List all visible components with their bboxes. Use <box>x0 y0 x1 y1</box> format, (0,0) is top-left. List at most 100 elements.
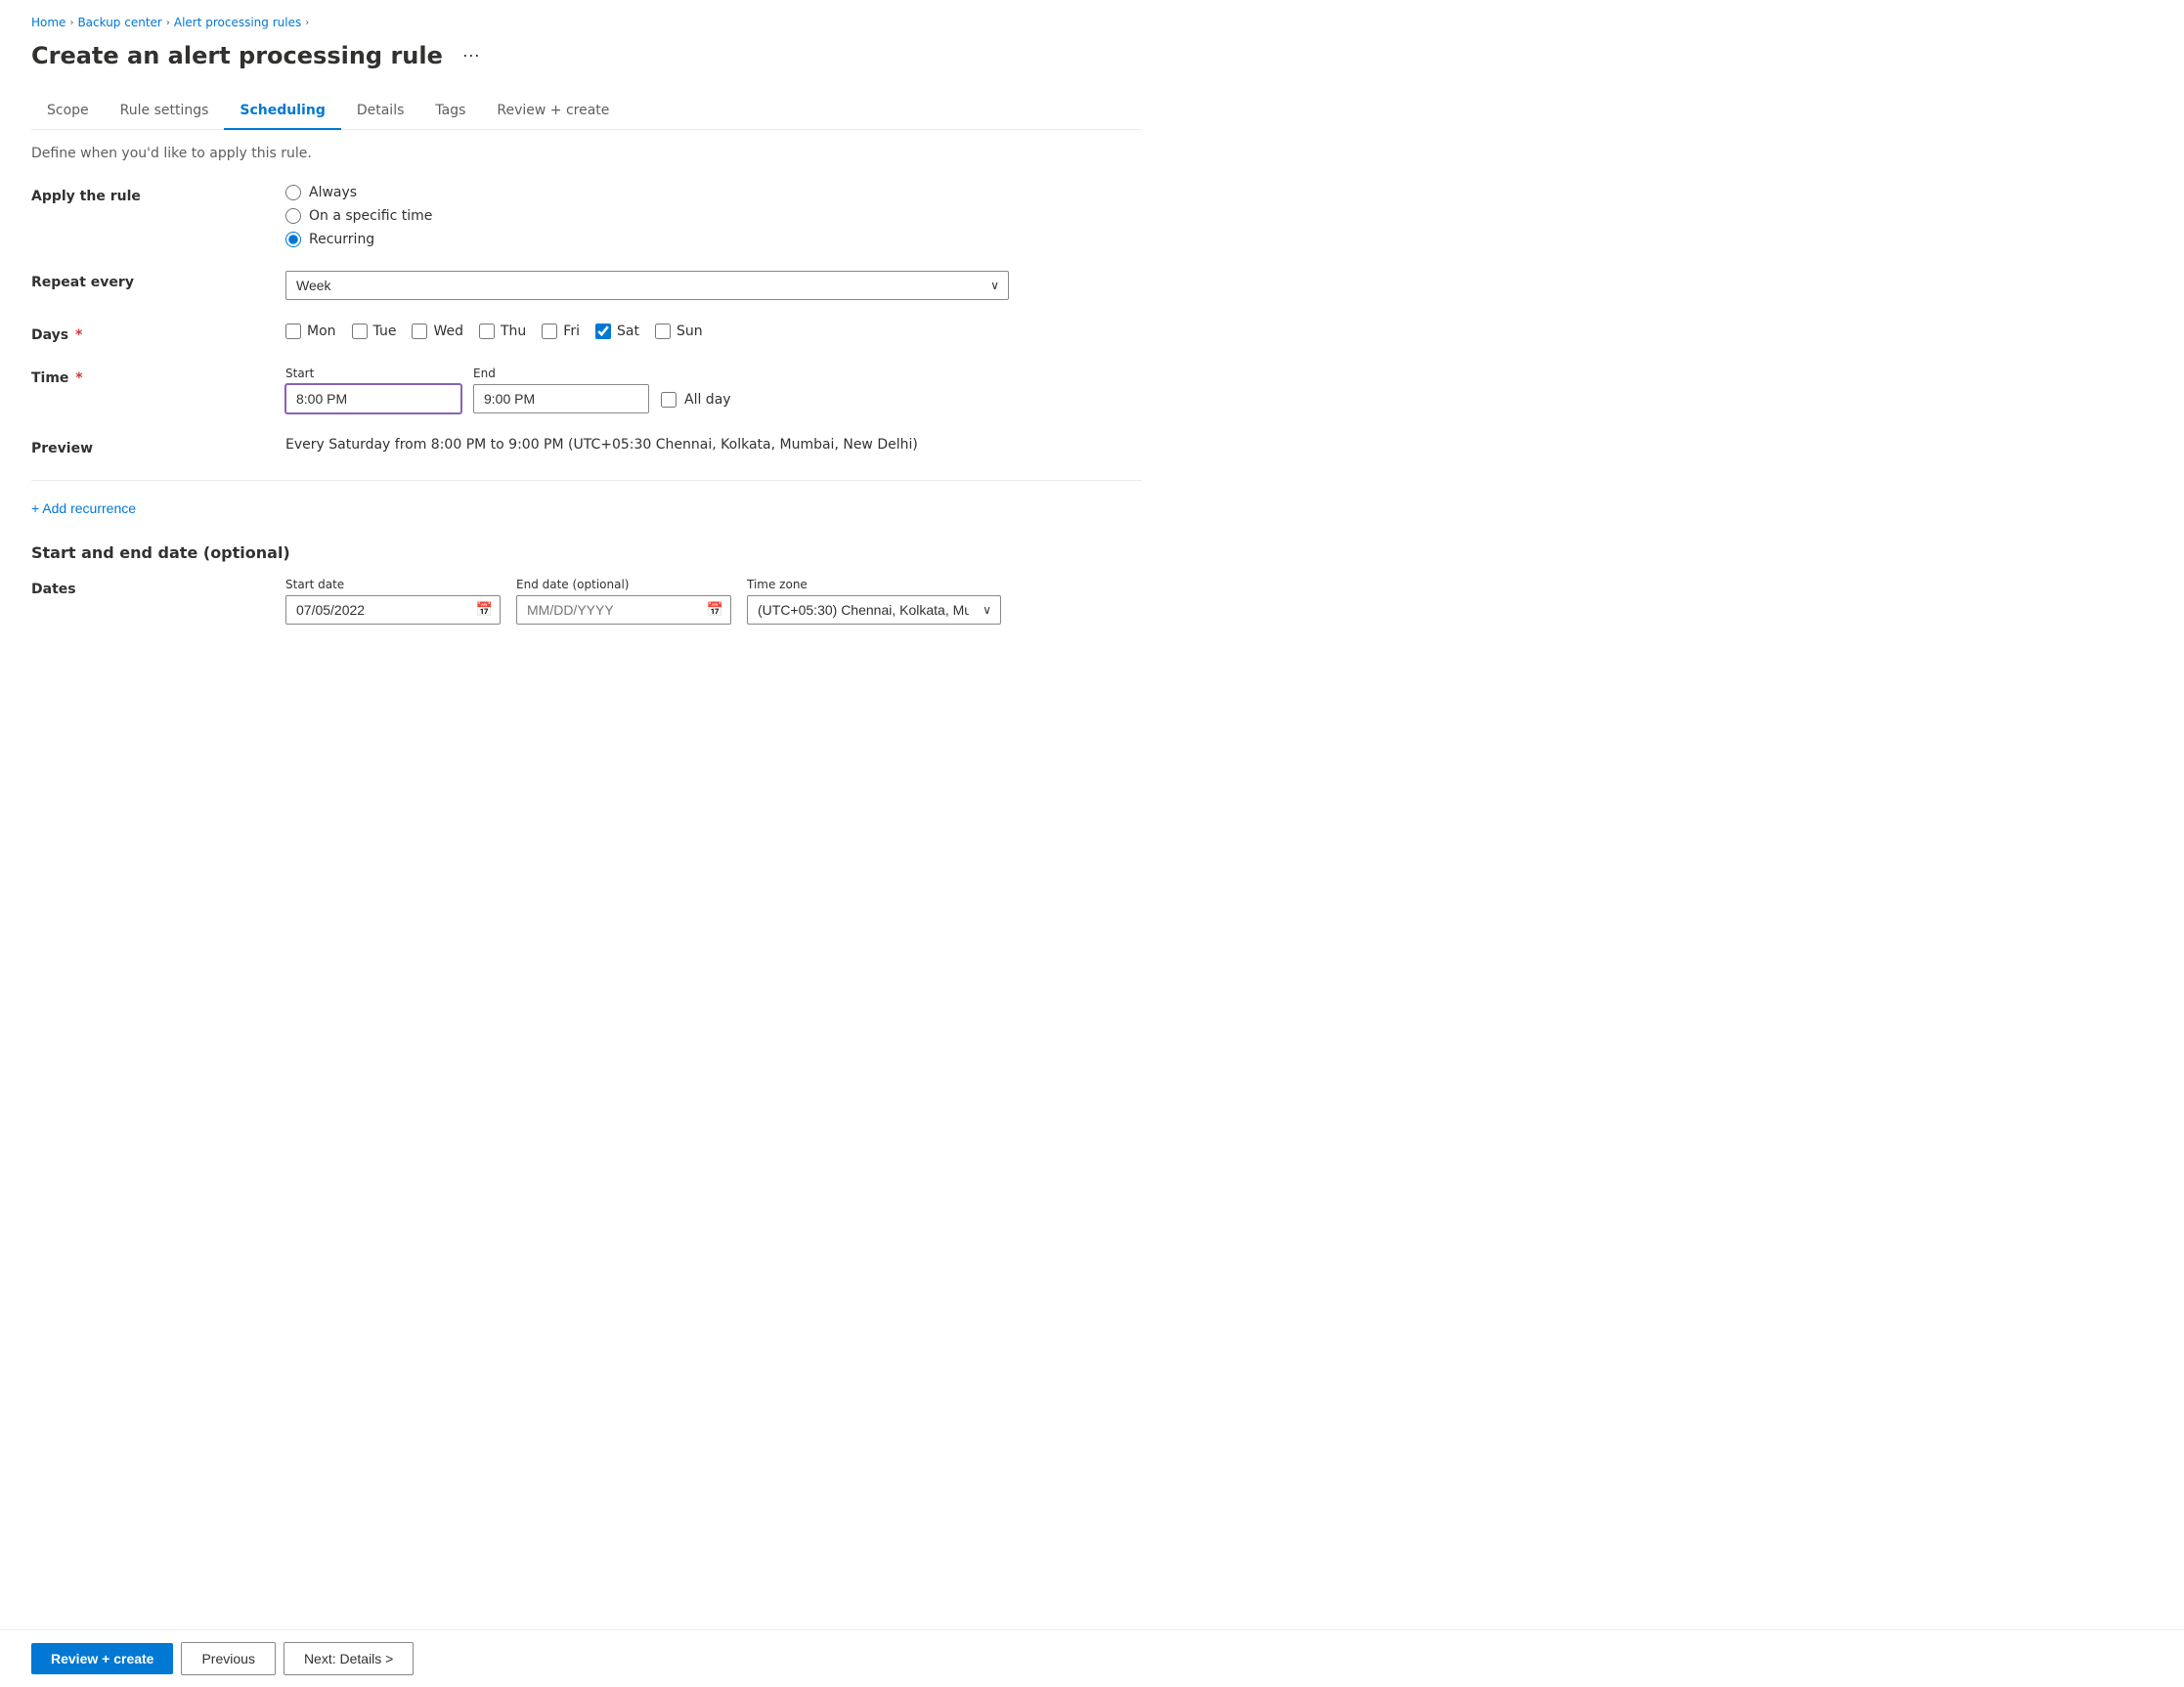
repeat-every-label: Repeat every <box>31 271 285 290</box>
dates-control: Start date 📅 End date (optional) 📅 <box>285 578 1142 625</box>
time-control: Start End All day <box>285 367 1142 413</box>
apply-rule-options: Always On a specific time Recurring <box>285 185 1142 247</box>
timezone-wrapper: (UTC+05:30) Chennai, Kolkata, Mumbai, Ne… <box>747 595 1001 625</box>
allday-label: All day <box>684 392 731 408</box>
tab-review-create[interactable]: Review + create <box>481 93 625 130</box>
time-start-input[interactable] <box>285 384 461 413</box>
radio-specific-time-label: On a specific time <box>309 208 432 224</box>
start-date-label: Start date <box>285 578 501 591</box>
section-divider <box>31 480 1142 481</box>
day-thu-input[interactable] <box>479 324 495 339</box>
end-date-input[interactable] <box>516 595 731 625</box>
repeat-every-select-wrapper: Hour Day Week Month ∨ <box>285 271 1009 300</box>
day-fri[interactable]: Fri <box>542 324 580 339</box>
dates-inputs-row: Start date 📅 End date (optional) 📅 <box>285 578 1142 625</box>
start-date-wrapper: 📅 <box>285 595 501 625</box>
timezone-label: Time zone <box>747 578 1001 591</box>
tabs-navigation: Scope Rule settings Scheduling Details T… <box>31 93 1142 130</box>
day-tue[interactable]: Tue <box>352 324 397 339</box>
page-title: Create an alert processing rule <box>31 42 443 69</box>
start-end-date-heading: Start and end date (optional) <box>31 543 1142 562</box>
tab-details[interactable]: Details <box>341 93 420 130</box>
page-subtitle: Define when you'd like to apply this rul… <box>31 146 1142 161</box>
radio-recurring-input[interactable] <box>285 232 301 247</box>
previous-button[interactable]: Previous <box>181 1642 275 1675</box>
day-sun[interactable]: Sun <box>655 324 703 339</box>
dates-row: Dates Start date 📅 End date (optional) <box>31 578 1142 625</box>
days-checkboxes: Mon Tue Wed Thu Fri <box>285 324 1142 339</box>
breadcrumb-home[interactable]: Home <box>31 16 66 29</box>
add-recurrence-button[interactable]: + Add recurrence <box>31 497 136 520</box>
end-date-group: End date (optional) 📅 <box>516 578 731 625</box>
radio-recurring-label: Recurring <box>309 232 374 247</box>
radio-always[interactable]: Always <box>285 185 1142 200</box>
time-inputs-row: Start End All day <box>285 367 1142 413</box>
day-wed-input[interactable] <box>412 324 427 339</box>
day-sat[interactable]: Sat <box>595 324 639 339</box>
footer: Review + create Previous Next: Details > <box>0 1629 2184 1687</box>
preview-control: Every Saturday from 8:00 PM to 9:00 PM (… <box>285 437 1142 453</box>
days-required-marker: * <box>70 327 82 343</box>
day-sun-input[interactable] <box>655 324 671 339</box>
preview-label: Preview <box>31 437 285 456</box>
repeat-every-select[interactable]: Hour Day Week Month <box>285 271 1009 300</box>
time-end-group: End <box>473 367 649 413</box>
day-tue-label: Tue <box>373 324 397 339</box>
end-date-wrapper: 📅 <box>516 595 731 625</box>
day-thu[interactable]: Thu <box>479 324 526 339</box>
radio-specific-time-input[interactable] <box>285 208 301 224</box>
days-control: Mon Tue Wed Thu Fri <box>285 324 1142 339</box>
radio-always-label: Always <box>309 185 357 200</box>
dates-label: Dates <box>31 578 285 597</box>
day-mon-input[interactable] <box>285 324 301 339</box>
day-sat-label: Sat <box>617 324 639 339</box>
review-create-button[interactable]: Review + create <box>31 1643 173 1674</box>
day-fri-input[interactable] <box>542 324 557 339</box>
repeat-every-row: Repeat every Hour Day Week Month ∨ <box>31 271 1142 300</box>
breadcrumb-sep-2: › <box>166 18 170 28</box>
apply-rule-label: Apply the rule <box>31 185 285 204</box>
preview-row: Preview Every Saturday from 8:00 PM to 9… <box>31 437 1142 456</box>
breadcrumb-backup-center[interactable]: Backup center <box>77 16 161 29</box>
start-date-input[interactable] <box>285 595 501 625</box>
tab-scope[interactable]: Scope <box>31 93 105 130</box>
apply-rule-row: Apply the rule Always On a specific time… <box>31 185 1142 247</box>
day-mon-label: Mon <box>307 324 336 339</box>
tab-rule-settings[interactable]: Rule settings <box>105 93 225 130</box>
day-tue-input[interactable] <box>352 324 368 339</box>
day-sun-label: Sun <box>677 324 703 339</box>
day-sat-input[interactable] <box>595 324 611 339</box>
day-thu-label: Thu <box>501 324 526 339</box>
breadcrumb: Home › Backup center › Alert processing … <box>31 16 1142 29</box>
start-date-group: Start date 📅 <box>285 578 501 625</box>
breadcrumb-alert-rules[interactable]: Alert processing rules <box>174 16 301 29</box>
day-wed[interactable]: Wed <box>412 324 463 339</box>
next-details-button[interactable]: Next: Details > <box>284 1642 414 1675</box>
tab-tags[interactable]: Tags <box>419 93 481 130</box>
preview-text: Every Saturday from 8:00 PM to 9:00 PM (… <box>285 437 918 453</box>
radio-recurring[interactable]: Recurring <box>285 232 1142 247</box>
time-required-marker: * <box>70 370 82 386</box>
time-label: Time * <box>31 367 285 386</box>
repeat-every-control: Hour Day Week Month ∨ <box>285 271 1142 300</box>
time-end-label: End <box>473 367 649 380</box>
allday-input[interactable] <box>661 392 677 408</box>
timezone-select[interactable]: (UTC+05:30) Chennai, Kolkata, Mumbai, Ne… <box>747 595 1001 625</box>
end-date-label: End date (optional) <box>516 578 731 591</box>
day-fri-label: Fri <box>563 324 580 339</box>
day-mon[interactable]: Mon <box>285 324 336 339</box>
time-row: Time * Start End All day <box>31 367 1142 413</box>
radio-specific-time[interactable]: On a specific time <box>285 208 1142 224</box>
time-end-input[interactable] <box>473 384 649 413</box>
day-wed-label: Wed <box>433 324 463 339</box>
time-start-label: Start <box>285 367 461 380</box>
allday-checkbox[interactable]: All day <box>661 392 731 413</box>
radio-always-input[interactable] <box>285 185 301 200</box>
time-start-group: Start <box>285 367 461 413</box>
tab-scheduling[interactable]: Scheduling <box>224 93 340 130</box>
days-row: Days * Mon Tue Wed Thu <box>31 324 1142 343</box>
timezone-group: Time zone (UTC+05:30) Chennai, Kolkata, … <box>747 578 1001 625</box>
ellipsis-menu-button[interactable]: ··· <box>455 41 488 69</box>
breadcrumb-sep-1: › <box>69 18 73 28</box>
days-label: Days * <box>31 324 285 343</box>
